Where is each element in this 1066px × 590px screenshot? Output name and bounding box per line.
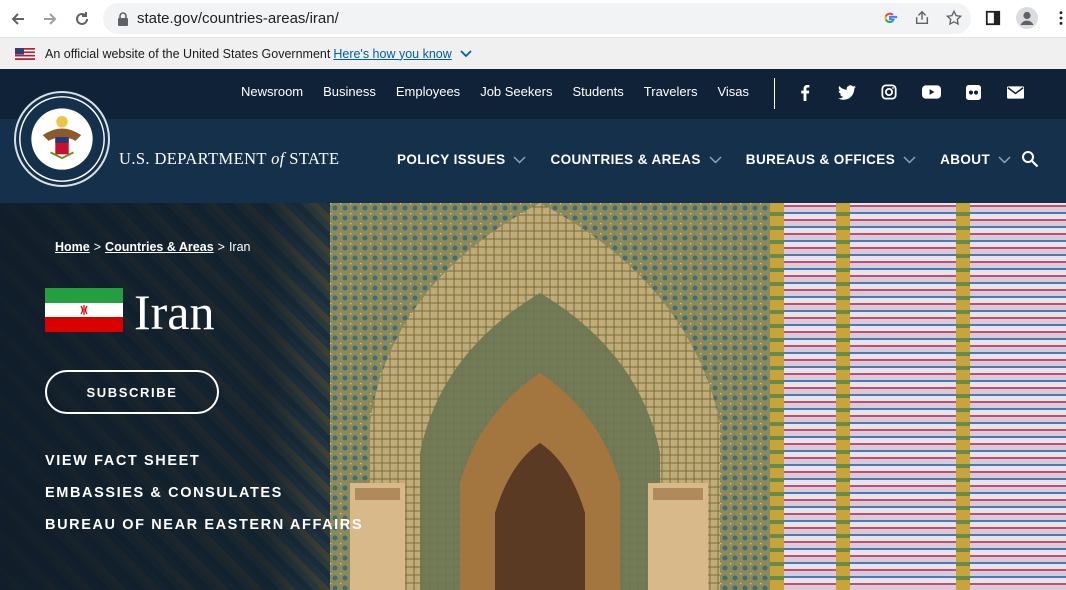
nav-label: POLICY ISSUES [397,152,506,167]
nav-label: ABOUT [940,152,991,167]
chevron-down-icon [998,155,1011,164]
breadcrumb-countries[interactable]: Countries & Areas [105,240,214,254]
embassies-consulates-link[interactable]: EMBASSIES & CONSULATES [45,485,363,501]
top-link-travelers[interactable]: Travelers [644,84,698,99]
lock-icon [118,11,128,26]
youtube-icon[interactable] [921,83,941,101]
side-panel-icon[interactable] [982,6,1004,30]
twitter-icon[interactable] [837,83,857,101]
bureau-near-eastern-affairs-link[interactable]: BUREAU OF NEAR EASTERN AFFAIRS [45,517,363,533]
view-fact-sheet-link[interactable]: VIEW FACT SHEET [45,453,363,469]
gov-banner: An official website of the United States… [0,38,1066,69]
iran-flag-icon [45,288,123,332]
forward-arrow-icon[interactable] [36,5,64,33]
instagram-icon[interactable] [879,83,899,101]
nav-bureaus-offices[interactable]: BUREAUS & OFFICES [746,152,916,167]
chevron-down-icon[interactable] [460,49,472,59]
nav-label: COUNTRIES & AREAS [550,152,701,167]
gov-banner-text: An official website of the United States… [45,46,331,61]
page-title: Iran [134,284,215,340]
department-name-logo[interactable]: U.S. DEPARTMENT of STATE [119,149,339,169]
back-arrow-icon[interactable] [4,5,32,33]
tile-wall-image [770,203,1066,590]
address-bar[interactable]: state.gov/countries-areas/iran/ [103,3,971,34]
share-icon[interactable] [913,9,931,27]
breadcrumb: Home > Countries & Areas > Iran [55,240,251,254]
top-link-employees[interactable]: Employees [396,84,460,99]
dept-name-part1: U.S. DEPARTMENT [119,149,272,168]
hero-links: VIEW FACT SHEET EMBASSIES & CONSULATES B… [45,453,363,533]
utility-divider [774,78,775,109]
google-icon[interactable] [881,9,899,27]
nav-label: BUREAUS & OFFICES [745,152,896,167]
reload-icon[interactable] [68,5,96,33]
breadcrumb-separator: > [217,240,225,254]
social-links [795,83,1025,101]
top-link-newsroom[interactable]: Newsroom [241,84,303,99]
us-flag-icon [15,47,35,60]
top-link-visas[interactable]: Visas [717,84,749,99]
breadcrumb-current: Iran [228,240,251,254]
facebook-icon[interactable] [795,83,815,101]
nav-countries-areas[interactable]: COUNTRIES & AREAS [550,152,722,167]
breadcrumb-home[interactable]: Home [55,240,90,254]
browser-toolbar: state.gov/countries-areas/iran/ [0,0,1066,38]
top-link-job-seekers[interactable]: Job Seekers [480,84,552,99]
top-link-students[interactable]: Students [572,84,623,99]
department-seal-logo[interactable] [14,91,110,187]
chevron-down-icon [513,155,527,164]
flickr-icon[interactable] [963,83,983,101]
breadcrumb-separator: > [93,240,102,254]
main-nav: POLICY ISSUES COUNTRIES & AREAS BUREAUS … [397,152,1035,167]
nav-about[interactable]: ABOUT [940,152,1011,167]
mosque-arch-image [330,203,770,590]
dept-name-part2: STATE [284,149,340,168]
subscribe-button[interactable]: SUBSCRIBE [45,370,219,414]
email-icon[interactable] [1005,83,1025,101]
utility-nav: Newsroom Business Employees Job Seekers … [241,84,749,99]
search-icon[interactable] [1021,150,1039,168]
bookmark-star-icon[interactable] [945,9,963,27]
chevron-down-icon [903,155,916,164]
profile-avatar-icon[interactable] [1016,6,1038,30]
top-link-business[interactable]: Business [323,84,376,99]
url-text: state.gov/countries-areas/iran/ [137,10,339,27]
kebab-menu-icon[interactable] [1050,6,1066,30]
nav-policy-issues[interactable]: POLICY ISSUES [397,152,527,167]
how-you-know-link[interactable]: Here's how you know [333,47,451,61]
dept-name-of: of [271,149,285,168]
chevron-down-icon [709,155,722,164]
